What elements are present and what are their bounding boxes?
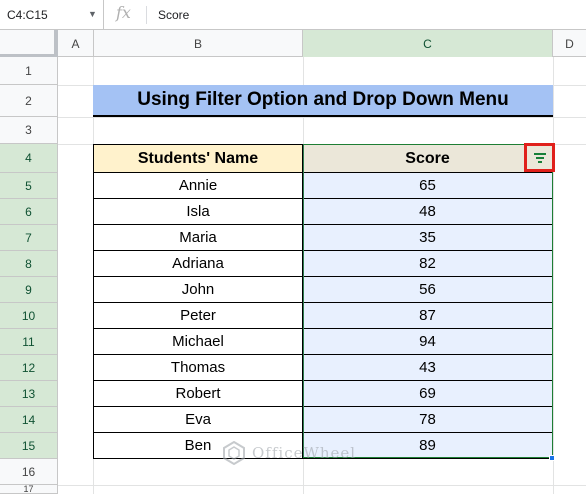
table-row: Isla 48 bbox=[93, 199, 553, 225]
score-cell[interactable]: 94 bbox=[303, 329, 553, 355]
selection-fill-handle[interactable] bbox=[549, 455, 555, 461]
score-cell[interactable]: 82 bbox=[303, 251, 553, 277]
name-cell[interactable]: Isla bbox=[93, 199, 303, 225]
score-cell[interactable]: 56 bbox=[303, 277, 553, 303]
score-cell[interactable]: 87 bbox=[303, 303, 553, 329]
row-header-13[interactable]: 13 bbox=[0, 381, 58, 407]
table-row: Peter 87 bbox=[93, 303, 553, 329]
row-header-7[interactable]: 7 bbox=[0, 225, 58, 251]
row-header-1[interactable]: 1 bbox=[0, 57, 58, 85]
row-header-15[interactable]: 15 bbox=[0, 433, 58, 459]
row-header-17[interactable]: 17 bbox=[0, 485, 58, 494]
row-header-3[interactable]: 3 bbox=[0, 117, 58, 144]
score-cell[interactable]: 48 bbox=[303, 199, 553, 225]
row-header-5[interactable]: 5 bbox=[0, 173, 58, 199]
filter-button[interactable] bbox=[524, 143, 555, 172]
table-row: Michael 94 bbox=[93, 329, 553, 355]
grid-line bbox=[58, 485, 586, 486]
name-cell[interactable]: Eva bbox=[93, 407, 303, 433]
table-row: Maria 35 bbox=[93, 225, 553, 251]
chevron-down-icon[interactable]: ▼ bbox=[88, 9, 97, 19]
name-cell[interactable]: Annie bbox=[93, 173, 303, 199]
name-cell[interactable]: Maria bbox=[93, 225, 303, 251]
name-box[interactable]: C4:C15 ▼ bbox=[0, 0, 104, 30]
table-row: Adriana 82 bbox=[93, 251, 553, 277]
name-box-value: C4:C15 bbox=[7, 8, 48, 22]
score-cell[interactable]: 43 bbox=[303, 355, 553, 381]
name-cell[interactable]: Peter bbox=[93, 303, 303, 329]
grid-line bbox=[58, 117, 586, 118]
name-cell[interactable]: Adriana bbox=[93, 251, 303, 277]
score-cell[interactable]: 65 bbox=[303, 173, 553, 199]
column-header-c[interactable]: C bbox=[303, 30, 553, 57]
row-header-4[interactable]: 4 bbox=[0, 144, 58, 173]
formula-bar: C4:C15 ▼ fx Score bbox=[0, 0, 586, 30]
row-header-9[interactable]: 9 bbox=[0, 277, 58, 303]
formula-input[interactable]: Score bbox=[158, 8, 189, 22]
formula-divider bbox=[146, 6, 147, 24]
table-row: Eva 78 bbox=[93, 407, 553, 433]
table-row: Annie 65 bbox=[93, 173, 553, 199]
header-students-name[interactable]: Students' Name bbox=[93, 144, 303, 173]
row-header-2[interactable]: 2 bbox=[0, 85, 58, 117]
name-cell[interactable]: Thomas bbox=[93, 355, 303, 381]
header-score[interactable]: Score bbox=[303, 144, 553, 173]
select-all-corner[interactable] bbox=[0, 30, 58, 57]
name-cell[interactable]: Robert bbox=[93, 381, 303, 407]
row-header-16[interactable]: 16 bbox=[0, 459, 58, 485]
name-cell[interactable]: John bbox=[93, 277, 303, 303]
grid-line bbox=[553, 57, 554, 494]
column-header-a[interactable]: A bbox=[58, 30, 94, 57]
name-cell[interactable]: Michael bbox=[93, 329, 303, 355]
watermark-text: OfficeWheel bbox=[252, 444, 357, 462]
sheet-title[interactable]: Using Filter Option and Drop Down Menu bbox=[93, 85, 553, 117]
fx-icon: fx bbox=[116, 3, 131, 22]
watermark: OfficeWheel bbox=[222, 438, 356, 468]
column-header-b[interactable]: B bbox=[94, 30, 303, 57]
filter-icon bbox=[533, 152, 547, 163]
row-header-8[interactable]: 8 bbox=[0, 251, 58, 277]
score-cell[interactable]: 78 bbox=[303, 407, 553, 433]
row-header-11[interactable]: 11 bbox=[0, 329, 58, 355]
row-header-14[interactable]: 14 bbox=[0, 407, 58, 433]
row-header-6[interactable]: 6 bbox=[0, 199, 58, 225]
row-header-10[interactable]: 10 bbox=[0, 303, 58, 329]
column-header-d[interactable]: D bbox=[553, 30, 586, 57]
table-row: Robert 69 bbox=[93, 381, 553, 407]
column-header-row: A B C D bbox=[0, 30, 586, 57]
officewheel-logo-icon bbox=[223, 441, 245, 465]
table-row: John 56 bbox=[93, 277, 553, 303]
row-header-12[interactable]: 12 bbox=[0, 355, 58, 381]
table-row: Thomas 43 bbox=[93, 355, 553, 381]
table-header-row: Students' Name Score bbox=[93, 144, 553, 173]
score-cell[interactable]: 69 bbox=[303, 381, 553, 407]
score-cell[interactable]: 35 bbox=[303, 225, 553, 251]
